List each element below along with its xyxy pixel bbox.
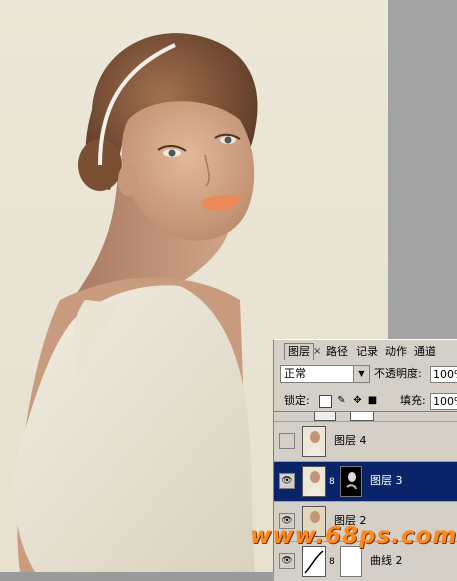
tab-paths[interactable]: 路径 [326, 344, 348, 360]
layer-name[interactable]: 图层 3 [370, 474, 403, 488]
link-icon[interactable]: 8 [329, 477, 335, 487]
blend-mode-value: 正常 [284, 367, 306, 380]
lock-label: 锁定: [284, 394, 310, 407]
layer-row-partial[interactable] [274, 411, 457, 421]
tab-actions[interactable]: 动作 [385, 344, 407, 360]
lock-brush-icon[interactable]: ✎ [336, 395, 347, 406]
fill-label: 填充: [400, 394, 426, 407]
tab-channels[interactable]: 通道 [414, 344, 436, 360]
layer-mask-thumbnail[interactable] [340, 546, 362, 577]
layer-thumbnail [302, 426, 326, 457]
visibility-toggle[interactable] [279, 433, 295, 449]
fill-input[interactable]: 100% [430, 393, 457, 410]
layer-name[interactable]: 图层 4 [334, 434, 367, 448]
lock-transparency-icon[interactable] [319, 395, 332, 408]
link-icon[interactable]: 8 [329, 557, 335, 567]
close-icon[interactable]: × [313, 344, 321, 360]
layer-thumbnail [314, 412, 336, 421]
lock-all-icon[interactable]: ■ [367, 395, 378, 406]
watermark-url: www.68ps.com [250, 523, 457, 549]
chevron-down-icon[interactable]: ▼ [353, 366, 369, 382]
layer-name[interactable]: 曲线 2 [370, 554, 403, 568]
eye-icon[interactable]: 👁 [279, 553, 295, 569]
lock-move-icon[interactable]: ✥ [352, 395, 363, 406]
eye-icon[interactable]: 👁 [279, 473, 295, 489]
opacity-input[interactable]: 100% [430, 366, 457, 383]
layer-row[interactable]: 图层 4 [274, 421, 457, 461]
blend-mode-select[interactable]: 正常 ▼ [280, 365, 370, 383]
layer-mask-thumbnail[interactable] [340, 466, 362, 497]
adjustment-icon [302, 546, 326, 577]
tab-layers[interactable]: 图层 [284, 343, 314, 360]
layer-thumbnail [302, 466, 326, 497]
panel-tabs: 图层 × 路径 记录 动作 通道 [274, 340, 457, 361]
tab-history[interactable]: 记录 [356, 344, 378, 360]
layer-mask-thumbnail [350, 412, 374, 421]
opacity-label: 不透明度: [374, 367, 422, 380]
layer-row-selected[interactable]: 👁 8 图层 3 [274, 461, 457, 501]
